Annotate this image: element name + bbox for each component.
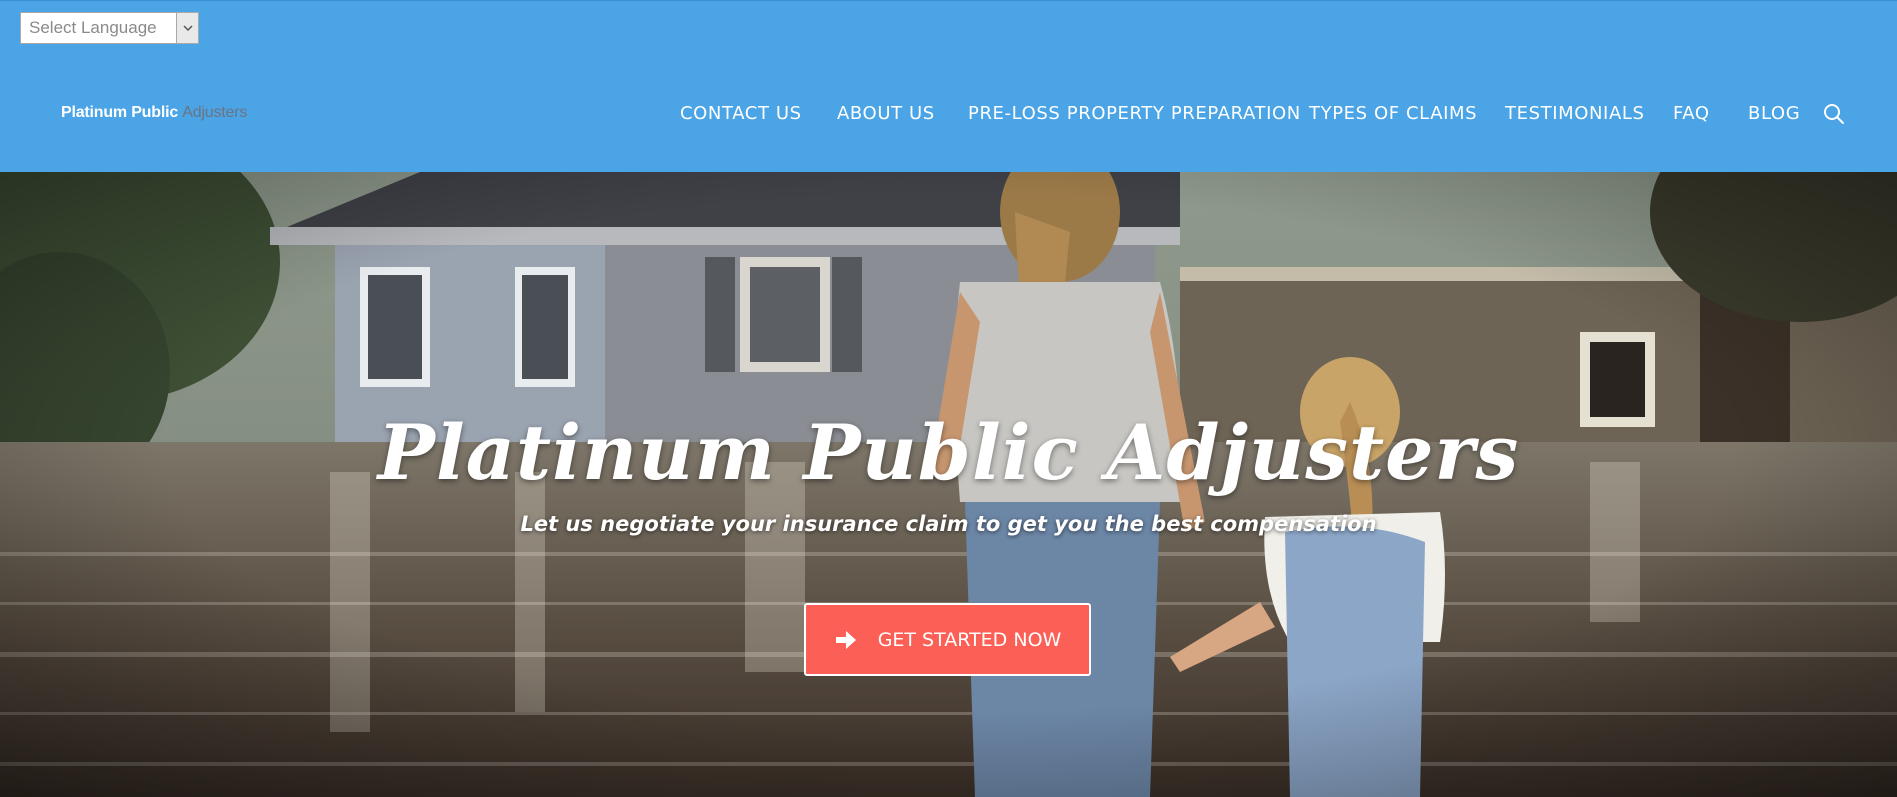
hero-subtitle: Let us negotiate your insurance claim to… (520, 512, 1377, 536)
hero-section: Platinum Public Adjusters Let us negotia… (0, 172, 1897, 797)
hero-title: Platinum Public Adjusters (377, 408, 1520, 497)
nav-item-contact-us[interactable]: CONTACT US (680, 101, 802, 127)
arrow-right-icon (834, 628, 858, 652)
language-select[interactable]: Select Language (20, 12, 199, 44)
site-header: Select Language Platinum Public Adjuster… (0, 0, 1897, 172)
search-icon[interactable] (1823, 103, 1845, 125)
nav-item-pre-loss-property-preparation[interactable]: PRE-LOSS PROPERTY PREPARATION (968, 101, 1301, 127)
nav-item-types-of-claims[interactable]: TYPES OF CLAIMS (1309, 101, 1477, 127)
language-select-label: Select Language (29, 18, 157, 37)
nav-item-about-us[interactable]: ABOUT US (837, 101, 935, 127)
nav-item-testimonials[interactable]: TESTIMONIALS (1505, 101, 1645, 127)
get-started-button[interactable]: GET STARTED NOW (804, 603, 1091, 676)
chevron-down-icon (176, 13, 198, 43)
nav-item-blog[interactable]: BLOG (1748, 101, 1800, 127)
nav-item-faq[interactable]: FAQ (1673, 101, 1710, 127)
get-started-label: GET STARTED NOW (877, 628, 1062, 651)
main-nav: CONTACT US ABOUT US PRE-LOSS PROPERTY PR… (0, 101, 1897, 129)
